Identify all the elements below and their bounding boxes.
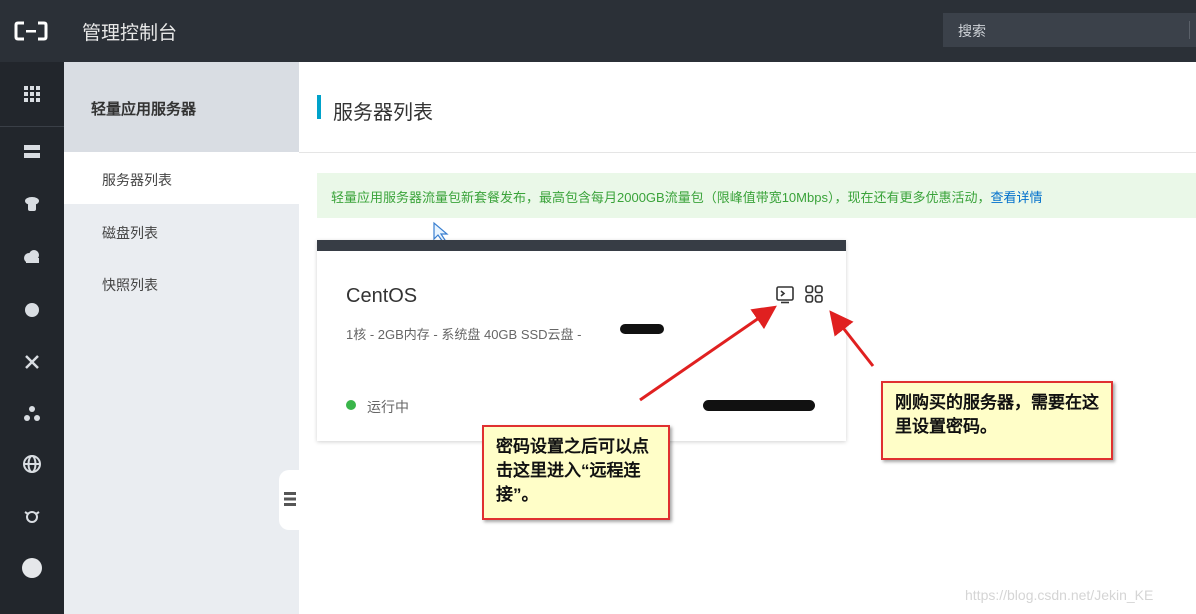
redaction-mark [703, 400, 815, 411]
redaction-mark [620, 324, 664, 334]
network-icon[interactable] [0, 342, 64, 382]
grid-icon[interactable] [0, 74, 64, 114]
notice-details-link[interactable]: 查看详情 [990, 190, 1042, 205]
bug-icon[interactable] [0, 496, 64, 536]
cloud-upload-icon[interactable] [0, 290, 64, 330]
server-status: 运行中 [367, 399, 409, 415]
sidebar-item-server-list[interactable]: 服务器列表 [64, 152, 299, 204]
search-divider [1189, 21, 1190, 39]
app-title[interactable]: 管理控制台 [82, 18, 177, 45]
status-dot-icon [346, 400, 356, 410]
callout-remote-connect: 密码设置之后可以点击这里进入“远程连接”。 [482, 425, 670, 520]
cloud-icon[interactable] [0, 236, 64, 276]
callout-set-password: 刚购买的服务器，需要在这里设置密码。 [881, 381, 1113, 460]
rail-divider [0, 126, 64, 127]
server-spec: 1核 - 2GB内存 - 系统盘 40GB SSD云盘 - [346, 327, 582, 342]
collapse-icon [284, 492, 296, 506]
globe-icon[interactable] [0, 444, 64, 484]
cluster-icon[interactable] [0, 394, 64, 434]
sidebar-item-disk-list[interactable]: 磁盘列表 [64, 205, 299, 257]
title-accent-bar [317, 95, 321, 119]
terminal-icon[interactable] [775, 284, 795, 304]
manage-apps-icon[interactable] [804, 284, 824, 304]
notice-text: 轻量应用服务器流量包新套餐发布，最高包含每月2000GB流量包（限峰值带宽10M… [331, 190, 991, 205]
sidebar-item-snapshot-list[interactable]: 快照列表 [64, 257, 299, 309]
search-placeholder: 搜索 [958, 23, 986, 39]
page-title: 服务器列表 [333, 102, 433, 124]
server-icon[interactable] [0, 132, 64, 172]
database-icon[interactable] [0, 184, 64, 224]
top-bar: 管理控制台 搜索 [0, 0, 1196, 62]
aliyun-logo-icon[interactable] [14, 20, 48, 42]
sidebar-title: 轻量应用服务器 [64, 62, 299, 152]
page-header: 服务器列表 [299, 62, 1196, 153]
server-name[interactable]: CentOS [346, 285, 417, 308]
sidebar-collapse-button[interactable] [279, 470, 299, 530]
search-input[interactable]: 搜索 [943, 13, 1196, 47]
circle-icon[interactable] [0, 548, 64, 588]
promo-notice: 轻量应用服务器流量包新套餐发布，最高包含每月2000GB流量包（限峰值带宽10M… [317, 173, 1196, 218]
watermark: https://blog.csdn.net/Jekin_KE [965, 587, 1154, 603]
server-card[interactable]: CentOS 1核 - 2GB内存 - 系统盘 40GB SSD云盘 - 运行中 [317, 240, 846, 441]
product-sidebar: 轻量应用服务器 服务器列表 磁盘列表 快照列表 [64, 62, 299, 614]
card-top-bar [317, 240, 846, 251]
icon-rail [0, 62, 64, 614]
